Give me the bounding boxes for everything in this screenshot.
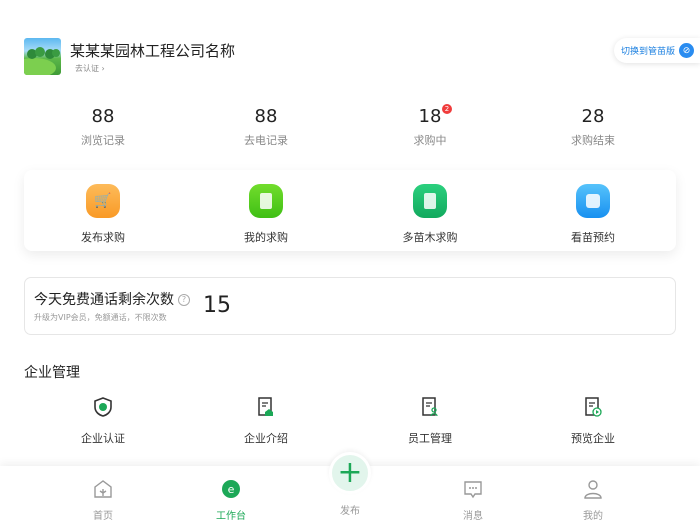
stat-value: 18: [418, 106, 442, 127]
stat-purchasing[interactable]: 18 求购中: [370, 106, 490, 148]
preview-icon: [585, 397, 602, 417]
verify-link[interactable]: 去认证 ›: [75, 63, 105, 74]
quick-publish-purchase[interactable]: 🛒 发布求购: [43, 184, 163, 245]
free-calls-subtitle: 升级为VIP会员，免额通话，不限次数: [34, 313, 167, 322]
quick-label: 多苗木求购: [402, 231, 458, 244]
workbench-icon: e: [222, 480, 240, 498]
switch-label: 切换到管苗版: [621, 47, 676, 57]
clock-icon: [576, 184, 610, 218]
shield-icon: [94, 397, 112, 417]
free-calls-card: 今天免费通话剩余次数? 升级为VIP会员，免额通话，不限次数 15: [24, 277, 676, 335]
mgmt-label: 员工管理: [408, 432, 452, 445]
quick-multi-purchase[interactable]: 多苗木求购: [370, 184, 490, 245]
management-heading: 企业管理: [24, 365, 80, 381]
nav-label: 消息: [463, 511, 483, 522]
mgmt-preview[interactable]: 预览企业: [533, 396, 653, 446]
svg-text:e: e: [228, 483, 235, 496]
quick-label: 看苗预约: [571, 231, 615, 244]
nav-workbench[interactable]: e 工作台: [191, 478, 271, 522]
stat-value: 88: [254, 106, 278, 127]
nav-messages[interactable]: 消息: [433, 478, 513, 522]
nav-label: 首页: [93, 511, 113, 522]
mgmt-enterprise-verify[interactable]: 企业认证: [43, 396, 163, 446]
document-icon: [258, 397, 273, 416]
stat-label: 求购中: [413, 134, 447, 147]
mgmt-enterprise-intro[interactable]: 企业介绍: [206, 396, 326, 446]
quick-my-purchase[interactable]: 我的求购: [206, 184, 326, 245]
plus-icon: +: [337, 455, 363, 490]
staff-icon: [422, 397, 438, 417]
publish-button[interactable]: +: [329, 452, 371, 494]
home-icon: [94, 480, 112, 498]
user-icon: [584, 480, 602, 499]
mgmt-label: 企业认证: [81, 432, 125, 445]
notification-badge: 2: [442, 104, 452, 114]
cart-icon: 🛒: [86, 184, 120, 218]
nav-profile[interactable]: 我的: [553, 478, 633, 522]
quick-label: 发布求购: [81, 231, 125, 244]
list-icon: [413, 184, 447, 218]
mgmt-staff[interactable]: 员工管理: [370, 396, 490, 446]
switch-version-button[interactable]: 切换到管苗版 ⊘: [614, 38, 700, 63]
company-avatar[interactable]: [24, 38, 61, 75]
quick-viewing-appointment[interactable]: 看苗预约: [533, 184, 653, 245]
stat-label: 去电记录: [244, 134, 288, 147]
stat-calls[interactable]: 88 去电记录: [206, 106, 326, 148]
stat-label: 求购结束: [571, 134, 615, 147]
mgmt-label: 企业介绍: [244, 432, 288, 445]
help-icon[interactable]: ?: [178, 294, 190, 306]
mgmt-label: 预览企业: [571, 432, 615, 445]
quick-actions-card: 🛒 发布求购 我的求购 多苗木求购 看苗预约: [24, 170, 676, 251]
free-calls-title-text: 今天免费通话剩余次数: [34, 292, 174, 308]
stat-finished[interactable]: 28 求购结束: [533, 106, 653, 148]
nav-home[interactable]: 首页: [63, 478, 143, 522]
switch-icon: ⊘: [679, 43, 695, 58]
publish-label: 发布: [340, 506, 360, 517]
quick-label: 我的求购: [244, 231, 288, 244]
free-calls-title: 今天免费通话剩余次数?: [34, 289, 190, 309]
nav-label: 我的: [583, 511, 603, 522]
message-icon: [464, 481, 482, 499]
company-name: 某某某园林工程公司名称: [70, 42, 236, 60]
document-icon: [249, 184, 283, 218]
nav-label: 工作台: [216, 511, 246, 522]
stat-label: 浏览记录: [81, 134, 125, 147]
stat-value: 28: [581, 106, 605, 127]
stat-value: 88: [91, 106, 115, 127]
free-calls-remaining: 15: [203, 293, 231, 318]
stat-browse[interactable]: 88 浏览记录: [43, 106, 163, 148]
